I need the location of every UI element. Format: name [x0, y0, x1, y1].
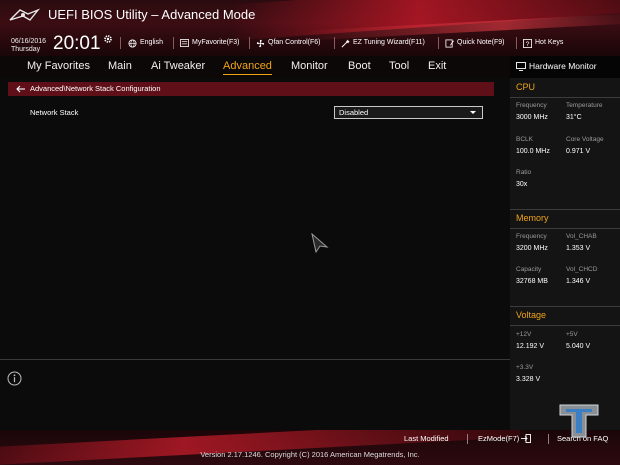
header-separator	[120, 37, 121, 49]
ratio-label: Ratio	[516, 169, 532, 176]
footer-bar: Last Modified EzMode(F7) Search on FAQ V…	[0, 430, 620, 465]
ratio-value: 30x	[516, 181, 528, 188]
ezmode-label: EzMode(F7)	[478, 434, 520, 443]
v33-value: 3.328 V	[516, 376, 541, 383]
tab-exit[interactable]: Exit	[428, 60, 446, 72]
cpu-frequency-value: 3000 MHz	[516, 114, 548, 121]
section-divider	[510, 325, 620, 326]
vol-chab-value: 1.353 V	[566, 245, 591, 252]
network-stack-value: Disabled	[339, 108, 369, 117]
v5-label: +5V	[566, 331, 578, 338]
memory-section: Memory Frequency Vol_CHAB 3200 MHz 1.353…	[510, 209, 620, 313]
vol-chab-label: Vol_CHAB	[566, 233, 597, 240]
ez-tuning-wizard-label: EZ Tuning Wizard(F11)	[353, 39, 425, 46]
bclk-label: BCLK	[516, 136, 533, 143]
tab-main[interactable]: Main	[108, 60, 132, 72]
myfavorite-label: MyFavorite(F3)	[192, 39, 240, 46]
ez-tuning-wizard-button[interactable]: EZ Tuning Wizard(F11)	[341, 38, 425, 48]
tweaktown-watermark-logo	[559, 404, 599, 438]
section-divider	[510, 306, 620, 307]
language-label: English	[140, 39, 163, 46]
vol-chcd-value: 1.346 V	[566, 278, 591, 285]
header-separator	[516, 37, 517, 49]
v12-value: 12.192 V	[516, 343, 545, 350]
settings-panel: Advanced\Network Stack Configuration Net…	[0, 78, 510, 440]
tab-tool[interactable]: Tool	[389, 60, 409, 72]
bclk-value: 100.0 MHz	[516, 148, 550, 155]
tab-monitor[interactable]: Monitor	[291, 60, 328, 72]
footer-separator	[467, 434, 468, 444]
version-text: Version 2.17.1246. Copyright (C) 2016 Am…	[200, 450, 420, 459]
network-stack-label: Network Stack	[30, 108, 79, 117]
rog-logo-icon	[9, 8, 40, 21]
vol-chcd-label: Vol_CHCD	[566, 266, 598, 273]
cpu-section-title: CPU	[516, 82, 536, 92]
memory-frequency-value: 3200 MHz	[516, 245, 548, 252]
section-divider	[510, 97, 620, 98]
myfavorite-button[interactable]: MyFavorite(F3)	[180, 38, 239, 48]
cpu-temperature-value: 31°C	[566, 114, 582, 121]
header-separator	[438, 37, 439, 49]
monitor-icon	[516, 62, 526, 71]
qfan-control-button[interactable]: Qfan Control(F6)	[256, 38, 321, 48]
info-icon	[7, 371, 22, 386]
v33-label: +3.3V	[516, 364, 534, 371]
breadcrumb-bar: Advanced\Network Stack Configuration	[8, 82, 494, 96]
hardware-monitor-panel: Hardware Monitor CPU Frequency Temperatu…	[510, 56, 620, 430]
favorite-icon	[180, 39, 189, 47]
memory-frequency-label: Frequency	[516, 233, 547, 240]
header-separator	[173, 37, 174, 49]
capacity-label: Capacity	[516, 266, 542, 273]
wizard-icon	[341, 38, 350, 47]
cpu-frequency-label: Frequency	[516, 102, 547, 109]
mouse-cursor-icon	[311, 233, 329, 253]
hot-keys-button[interactable]: ? Hot Keys	[523, 38, 563, 48]
cpu-temperature-label: Temperature	[566, 102, 603, 109]
last-modified-button[interactable]: Last Modified	[404, 434, 449, 443]
hardware-monitor-header: Hardware Monitor	[510, 56, 620, 78]
app-title: UEFI BIOS Utility – Advanced Mode	[48, 7, 256, 22]
language-button[interactable]: English	[128, 38, 163, 48]
network-stack-dropdown[interactable]: Disabled	[334, 106, 483, 119]
core-voltage-value: 0.971 V	[566, 148, 591, 155]
hot-keys-label: Hot Keys	[535, 39, 564, 46]
back-arrow-icon[interactable]	[16, 85, 26, 93]
ezmode-button[interactable]: EzMode(F7)	[478, 434, 532, 443]
tab-ai-tweaker[interactable]: Ai Tweaker	[151, 60, 205, 72]
svg-text:?: ?	[526, 41, 530, 48]
header-separator	[334, 37, 335, 49]
footer-separator	[548, 434, 549, 444]
weekday-display: Thursday	[11, 46, 41, 53]
date-display: 06/16/2016	[11, 38, 47, 45]
help-icon: ?	[523, 38, 532, 48]
hardware-monitor-title: Hardware Monitor	[529, 61, 597, 71]
help-divider	[0, 359, 510, 360]
clock-display[interactable]: 20:01	[53, 34, 101, 54]
breadcrumb: Advanced\Network Stack Configuration	[30, 84, 161, 93]
voltage-section: Voltage +12V +5V 12.192 V 5.040 V +3.3V …	[510, 306, 620, 410]
tab-my-favorites[interactable]: My Favorites	[27, 60, 90, 72]
section-divider	[510, 228, 620, 229]
tab-advanced[interactable]: Advanced	[223, 60, 272, 75]
quick-note-label: Quick Note(F9)	[457, 39, 505, 46]
globe-icon	[128, 38, 137, 48]
capacity-value: 32768 MB	[516, 278, 548, 285]
gear-icon[interactable]	[103, 34, 113, 44]
quick-note-button[interactable]: Quick Note(F9)	[445, 38, 504, 48]
header-separator	[249, 37, 250, 49]
exit-arrow-icon	[521, 434, 532, 443]
section-divider	[510, 209, 620, 210]
v12-label: +12V	[516, 331, 532, 338]
chevron-down-icon	[470, 111, 476, 114]
title-bar: UEFI BIOS Utility – Advanced Mode 06/16/…	[0, 0, 620, 56]
memory-section-title: Memory	[516, 213, 549, 223]
v5-value: 5.040 V	[566, 343, 591, 350]
tab-boot[interactable]: Boot	[348, 60, 371, 72]
core-voltage-label: Core Voltage	[566, 136, 604, 143]
voltage-section-title: Voltage	[516, 310, 547, 320]
note-icon	[445, 38, 454, 48]
main-menu-tabs: My Favorites Main Ai Tweaker Advanced Mo…	[0, 56, 510, 78]
qfan-control-label: Qfan Control(F6)	[268, 39, 321, 46]
fan-icon	[256, 39, 265, 47]
